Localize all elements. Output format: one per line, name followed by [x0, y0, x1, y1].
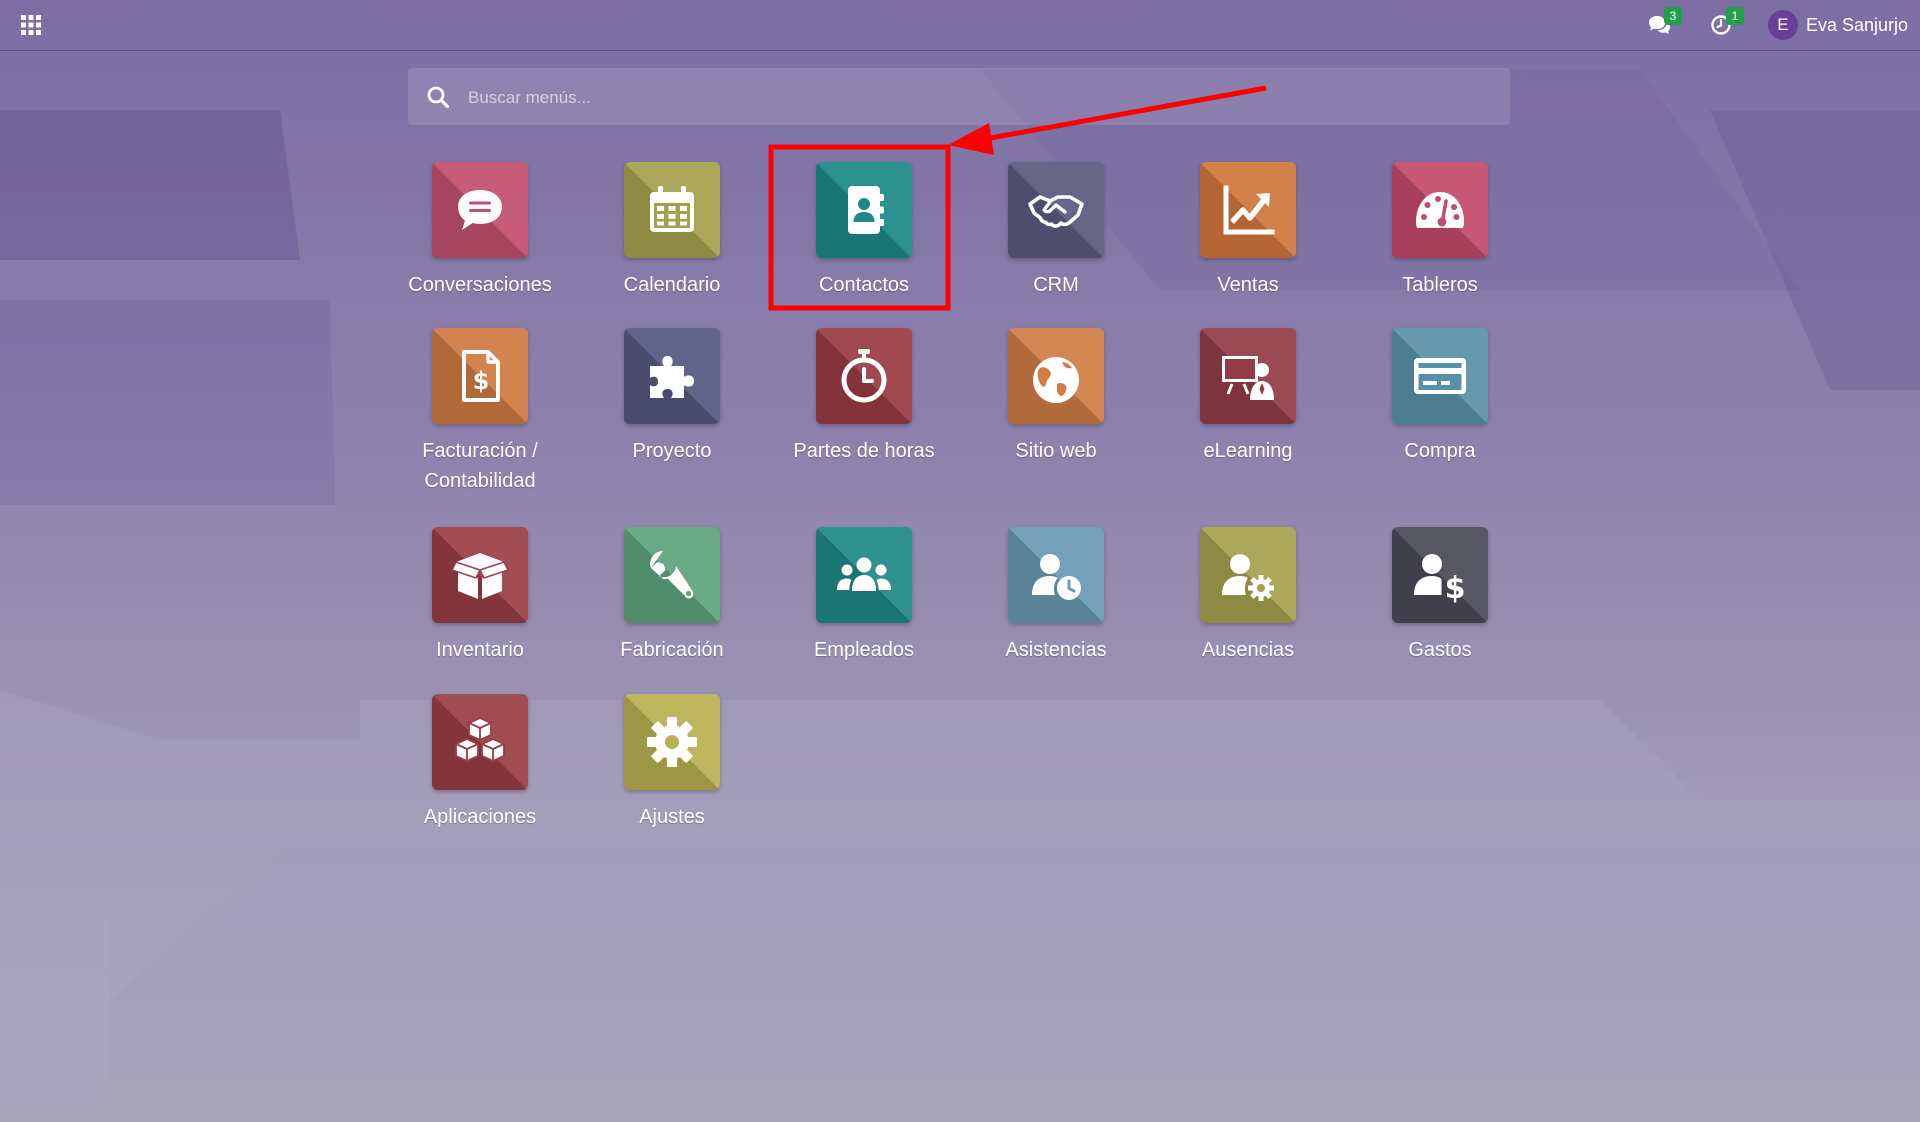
- app-contactos[interactable]: Contactos: [776, 162, 952, 312]
- app-label: Empleados: [813, 639, 915, 661]
- app-fabricacion[interactable]: Fabricación: [584, 527, 760, 677]
- app-aplicaciones[interactable]: Aplicaciones: [392, 694, 568, 844]
- app-partes-de-horas[interactable]: Partes de horas: [776, 328, 952, 478]
- app-crm[interactable]: CRM: [968, 162, 1144, 312]
- app-icon-tile: [624, 694, 720, 790]
- address-book-icon: [848, 186, 884, 234]
- stopwatch-icon: [841, 349, 887, 403]
- wrench-icon: [650, 551, 694, 599]
- box-icon: [450, 553, 510, 599]
- app-calendario[interactable]: Calendario: [584, 162, 760, 312]
- user-dollar-icon: $: [1414, 554, 1466, 605]
- app-icon-tile: [816, 328, 912, 424]
- app-icon-tile: [432, 694, 528, 790]
- calendar-icon: [650, 186, 694, 232]
- app-gastos[interactable]: $ Gastos: [1352, 527, 1528, 677]
- svg-text:$: $: [473, 367, 490, 395]
- app-sitio-web[interactable]: Sitio web: [968, 328, 1144, 478]
- user-clock-icon: [1032, 554, 1081, 600]
- handshake-icon: [1028, 195, 1084, 228]
- app-label: CRM: [1033, 274, 1079, 296]
- app-icon-tile: [1200, 328, 1296, 424]
- app-label: Aplicaciones: [423, 806, 537, 828]
- app-icon-tile: [1392, 328, 1488, 424]
- app-label: Calendario: [623, 274, 721, 296]
- app-label: Proyecto: [632, 440, 712, 462]
- app-icon-tile: [816, 527, 912, 623]
- svg-text:$: $: [1445, 571, 1466, 605]
- app-label: Ventas: [1217, 274, 1279, 296]
- user-gear-icon: [1222, 554, 1274, 601]
- app-inventario[interactable]: Inventario: [392, 527, 568, 677]
- app-label: Ausencias: [1201, 639, 1295, 661]
- dashboard-gauge-icon: [1416, 192, 1464, 228]
- app-label: Fabricación: [620, 639, 724, 661]
- users-icon: [837, 557, 891, 591]
- app-proyecto[interactable]: Proyecto: [584, 328, 760, 478]
- app-facturacion-contabilidad[interactable]: $ Facturación / Contabilidad: [392, 328, 568, 492]
- app-icon-tile: [624, 162, 720, 258]
- app-label: Conversaciones: [408, 274, 552, 296]
- app-icon-tile: $: [432, 328, 528, 424]
- app-icon-tile: $: [1392, 527, 1488, 623]
- app-icon-tile: [624, 527, 720, 623]
- app-label: Partes de horas: [793, 440, 935, 462]
- app-asistencias[interactable]: Asistencias: [968, 527, 1144, 677]
- app-compra[interactable]: Compra: [1352, 328, 1528, 478]
- app-label: Gastos: [1408, 639, 1472, 661]
- puzzle-icon: [650, 356, 694, 398]
- app-label: Ajustes: [639, 806, 705, 828]
- app-conversaciones[interactable]: Conversaciones: [392, 162, 568, 312]
- chat-bubble-icon: [458, 190, 502, 230]
- app-icon-tile: [816, 162, 912, 258]
- chart-up-icon: [1223, 185, 1275, 235]
- app-ventas[interactable]: Ventas: [1160, 162, 1336, 312]
- app-icon-tile: [1392, 162, 1488, 258]
- teaching-board-icon: [1222, 356, 1274, 400]
- credit-card-icon: [1414, 358, 1466, 394]
- app-icon-tile: [1008, 527, 1104, 623]
- app-label: eLearning: [1203, 440, 1293, 462]
- app-icon-tile: [1008, 328, 1104, 424]
- app-label: Asistencias: [1005, 639, 1107, 661]
- cubes-icon: [455, 717, 505, 762]
- app-ajustes[interactable]: Ajustes: [584, 694, 760, 844]
- gear-icon: [647, 717, 697, 767]
- app-ausencias[interactable]: Ausencias: [1160, 527, 1336, 677]
- app-label: Compra: [1404, 440, 1476, 462]
- app-elearning[interactable]: eLearning: [1160, 328, 1336, 478]
- app-label: Tableros: [1402, 274, 1478, 296]
- app-label: Inventario: [436, 639, 524, 661]
- app-icon-tile: [1200, 527, 1296, 623]
- apps-grid: Conversaciones Calendario Contactos CRM …: [0, 0, 1920, 1122]
- app-icon-tile: [1008, 162, 1104, 258]
- app-icon-tile: [432, 162, 528, 258]
- app-empleados[interactable]: Empleados: [776, 527, 952, 677]
- app-icon-tile: [1200, 162, 1296, 258]
- app-label: Contactos: [818, 274, 910, 296]
- invoice-icon: $: [462, 350, 500, 402]
- globe-icon: [1033, 357, 1079, 403]
- app-label: Sitio web: [1015, 440, 1097, 462]
- app-tableros[interactable]: Tableros: [1352, 162, 1528, 312]
- app-icon-tile: [432, 527, 528, 623]
- app-icon-tile: [624, 328, 720, 424]
- app-label: Facturación / Contabilidad: [422, 440, 538, 492]
